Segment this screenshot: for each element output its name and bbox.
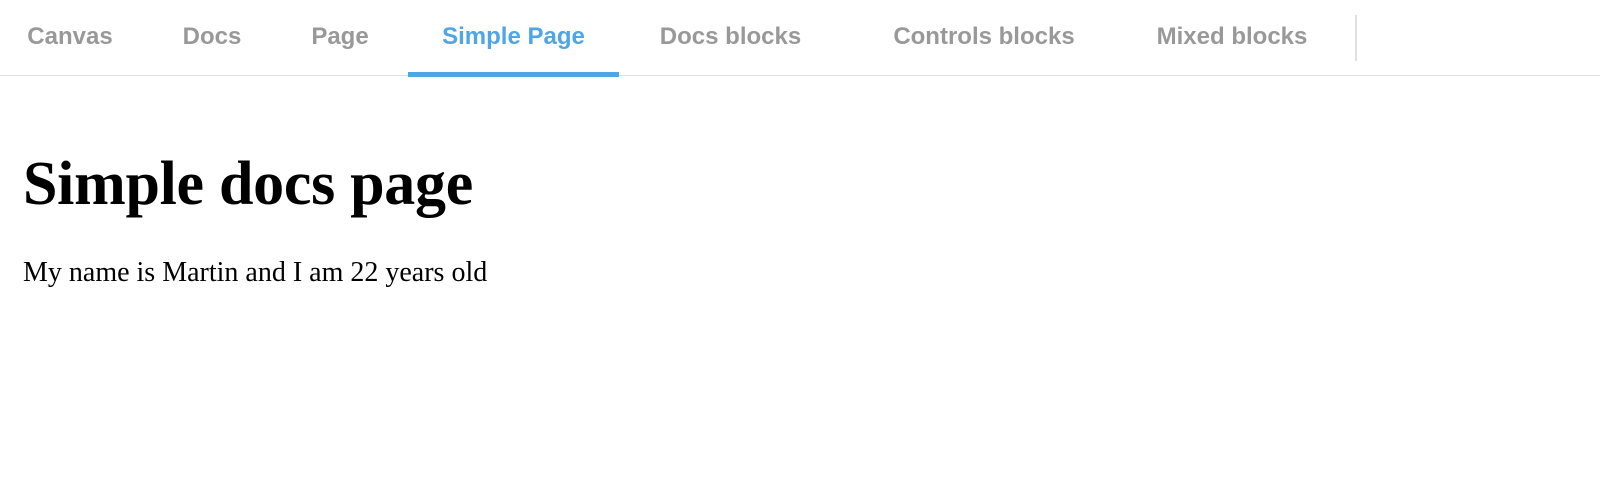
docs-content: Simple docs page My name is Martin and I… <box>23 148 1600 290</box>
tab-mixed-blocks[interactable]: Mixed blocks <box>1110 0 1354 76</box>
tab-docs[interactable]: Docs <box>146 0 278 76</box>
page-text: My name is Martin and I am 22 years old <box>23 257 488 288</box>
tab-simple-page[interactable]: Simple Page <box>408 0 619 77</box>
tab-page[interactable]: Page <box>276 0 404 76</box>
tab-bar: Canvas Docs Page Simple Page Docs blocks… <box>0 0 1600 77</box>
tab-controls-blocks[interactable]: Controls blocks <box>848 0 1120 76</box>
page-title: Simple docs page <box>23 150 473 218</box>
tab-docs-blocks[interactable]: Docs blocks <box>623 0 838 76</box>
tab-bar-divider <box>1355 15 1357 61</box>
tab-canvas[interactable]: Canvas <box>0 0 140 76</box>
